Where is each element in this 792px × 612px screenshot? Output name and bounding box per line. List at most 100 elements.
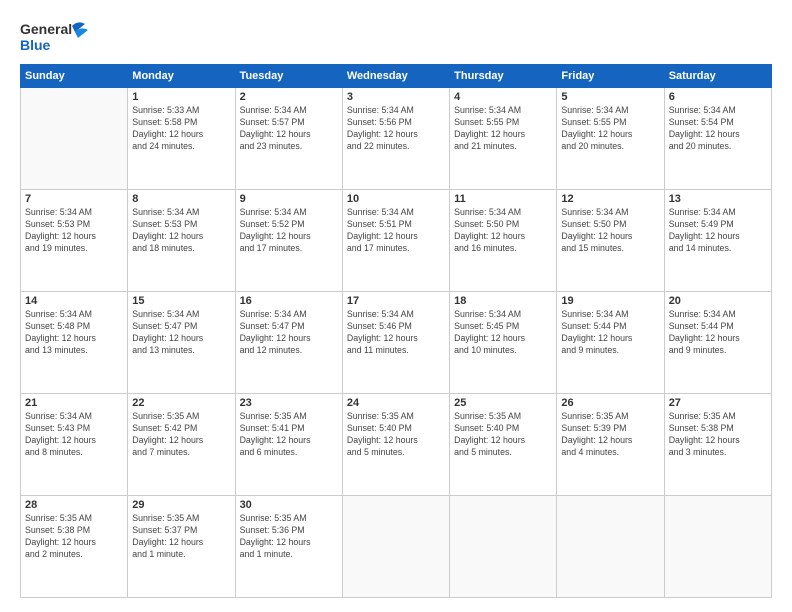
calendar-cell: 9 Sunrise: 5:34 AM Sunset: 5:52 PM Daylig… bbox=[235, 190, 342, 292]
calendar-cell bbox=[557, 496, 664, 598]
day-number: 8 bbox=[132, 193, 230, 205]
day-info: Sunrise: 5:35 AM Sunset: 5:39 PM Dayligh… bbox=[561, 411, 659, 459]
calendar-cell: 7 Sunrise: 5:34 AM Sunset: 5:53 PM Daylig… bbox=[21, 190, 128, 292]
calendar-header-row: SundayMondayTuesdayWednesdayThursdayFrid… bbox=[21, 65, 772, 88]
day-info: Sunrise: 5:34 AM Sunset: 5:53 PM Dayligh… bbox=[132, 207, 230, 255]
calendar-cell: 15Sunrise: 5:34 AM Sunset: 5:47 PM Dayli… bbox=[128, 292, 235, 394]
day-info: Sunrise: 5:35 AM Sunset: 5:38 PM Dayligh… bbox=[25, 513, 123, 561]
day-info: Sunrise: 5:35 AM Sunset: 5:36 PM Dayligh… bbox=[240, 513, 338, 561]
day-info: Sunrise: 5:34 AM Sunset: 5:48 PM Dayligh… bbox=[25, 309, 123, 357]
day-number: 7 bbox=[25, 193, 123, 205]
day-info: Sunrise: 5:34 AM Sunset: 5:55 PM Dayligh… bbox=[454, 105, 552, 153]
day-info: Sunrise: 5:34 AM Sunset: 5:50 PM Dayligh… bbox=[561, 207, 659, 255]
day-info: Sunrise: 5:35 AM Sunset: 5:37 PM Dayligh… bbox=[132, 513, 230, 561]
day-number: 21 bbox=[25, 397, 123, 409]
logo-svg: GeneralBlue bbox=[20, 18, 92, 56]
calendar-cell: 10 Sunrise: 5:34 AM Sunset: 5:51 PM Dayli… bbox=[342, 190, 449, 292]
day-info: Sunrise: 5:34 AM Sunset: 5:49 PM Dayligh… bbox=[669, 207, 767, 255]
weekday-header-saturday: Saturday bbox=[664, 65, 771, 88]
calendar-week-row: 21 Sunrise: 5:34 AM Sunset: 5:43 PM Dayli… bbox=[21, 394, 772, 496]
calendar-cell: 4Sunrise: 5:34 AM Sunset: 5:55 PM Daylig… bbox=[450, 88, 557, 190]
weekday-header-friday: Friday bbox=[557, 65, 664, 88]
day-number: 1 bbox=[132, 91, 230, 103]
calendar-week-row: 14 Sunrise: 5:34 AM Sunset: 5:48 PM Dayli… bbox=[21, 292, 772, 394]
day-number: 26 bbox=[561, 397, 659, 409]
weekday-header-wednesday: Wednesday bbox=[342, 65, 449, 88]
calendar-cell: 29 Sunrise: 5:35 AM Sunset: 5:37 PM Dayli… bbox=[128, 496, 235, 598]
day-number: 11 bbox=[454, 193, 552, 205]
day-info: Sunrise: 5:34 AM Sunset: 5:56 PM Dayligh… bbox=[347, 105, 445, 153]
day-number: 16 bbox=[240, 295, 338, 307]
day-number: 22 bbox=[132, 397, 230, 409]
day-info: Sunrise: 5:34 AM Sunset: 5:45 PM Dayligh… bbox=[454, 309, 552, 357]
calendar-cell: 24 Sunrise: 5:35 AM Sunset: 5:40 PM Dayli… bbox=[342, 394, 449, 496]
day-info: Sunrise: 5:35 AM Sunset: 5:41 PM Dayligh… bbox=[240, 411, 338, 459]
day-number: 3 bbox=[347, 91, 445, 103]
day-info: Sunrise: 5:35 AM Sunset: 5:38 PM Dayligh… bbox=[669, 411, 767, 459]
calendar-cell: 16 Sunrise: 5:34 AM Sunset: 5:47 PM Dayli… bbox=[235, 292, 342, 394]
day-number: 28 bbox=[25, 499, 123, 511]
day-info: Sunrise: 5:35 AM Sunset: 5:42 PM Dayligh… bbox=[132, 411, 230, 459]
calendar-cell: 28 Sunrise: 5:35 AM Sunset: 5:38 PM Dayli… bbox=[21, 496, 128, 598]
calendar-cell: 20 Sunrise: 5:34 AM Sunset: 5:44 PM Dayli… bbox=[664, 292, 771, 394]
day-number: 13 bbox=[669, 193, 767, 205]
calendar-cell: 18 Sunrise: 5:34 AM Sunset: 5:45 PM Dayli… bbox=[450, 292, 557, 394]
calendar-cell: 17 Sunrise: 5:34 AM Sunset: 5:46 PM Dayli… bbox=[342, 292, 449, 394]
calendar-cell: 21 Sunrise: 5:34 AM Sunset: 5:43 PM Dayli… bbox=[21, 394, 128, 496]
calendar-cell: 19 Sunrise: 5:34 AM Sunset: 5:44 PM Dayli… bbox=[557, 292, 664, 394]
day-number: 30 bbox=[240, 499, 338, 511]
day-number: 29 bbox=[132, 499, 230, 511]
calendar-cell: 6 Sunrise: 5:34 AM Sunset: 5:54 PM Daylig… bbox=[664, 88, 771, 190]
day-info: Sunrise: 5:34 AM Sunset: 5:55 PM Dayligh… bbox=[561, 105, 659, 153]
calendar-cell: 25Sunrise: 5:35 AM Sunset: 5:40 PM Dayli… bbox=[450, 394, 557, 496]
day-number: 10 bbox=[347, 193, 445, 205]
weekday-header-tuesday: Tuesday bbox=[235, 65, 342, 88]
day-info: Sunrise: 5:34 AM Sunset: 5:44 PM Dayligh… bbox=[669, 309, 767, 357]
day-info: Sunrise: 5:33 AM Sunset: 5:58 PM Dayligh… bbox=[132, 105, 230, 153]
day-info: Sunrise: 5:34 AM Sunset: 5:52 PM Dayligh… bbox=[240, 207, 338, 255]
day-number: 5 bbox=[561, 91, 659, 103]
day-number: 24 bbox=[347, 397, 445, 409]
calendar-cell: 22 Sunrise: 5:35 AM Sunset: 5:42 PM Dayli… bbox=[128, 394, 235, 496]
calendar-cell bbox=[450, 496, 557, 598]
calendar-cell: 11 Sunrise: 5:34 AM Sunset: 5:50 PM Dayli… bbox=[450, 190, 557, 292]
weekday-header-sunday: Sunday bbox=[21, 65, 128, 88]
header: GeneralBlue bbox=[20, 18, 772, 56]
day-info: Sunrise: 5:34 AM Sunset: 5:44 PM Dayligh… bbox=[561, 309, 659, 357]
calendar-cell: 3 Sunrise: 5:34 AM Sunset: 5:56 PM Daylig… bbox=[342, 88, 449, 190]
calendar-cell: 23 Sunrise: 5:35 AM Sunset: 5:41 PM Dayli… bbox=[235, 394, 342, 496]
calendar-cell: 5 Sunrise: 5:34 AM Sunset: 5:55 PM Daylig… bbox=[557, 88, 664, 190]
day-number: 14 bbox=[25, 295, 123, 307]
day-number: 18 bbox=[454, 295, 552, 307]
calendar-cell: 13 Sunrise: 5:34 AM Sunset: 5:49 PM Dayli… bbox=[664, 190, 771, 292]
day-info: Sunrise: 5:34 AM Sunset: 5:46 PM Dayligh… bbox=[347, 309, 445, 357]
day-info: Sunrise: 5:35 AM Sunset: 5:40 PM Dayligh… bbox=[347, 411, 445, 459]
calendar-cell bbox=[342, 496, 449, 598]
day-info: Sunrise: 5:34 AM Sunset: 5:47 PM Dayligh… bbox=[240, 309, 338, 357]
calendar-cell: 8 Sunrise: 5:34 AM Sunset: 5:53 PM Daylig… bbox=[128, 190, 235, 292]
calendar-cell: 30 Sunrise: 5:35 AM Sunset: 5:36 PM Dayli… bbox=[235, 496, 342, 598]
day-number: 23 bbox=[240, 397, 338, 409]
day-number: 19 bbox=[561, 295, 659, 307]
calendar-cell: 12Sunrise: 5:34 AM Sunset: 5:50 PM Dayli… bbox=[557, 190, 664, 292]
calendar-cell bbox=[21, 88, 128, 190]
day-info: Sunrise: 5:34 AM Sunset: 5:51 PM Dayligh… bbox=[347, 207, 445, 255]
day-number: 9 bbox=[240, 193, 338, 205]
day-number: 25 bbox=[454, 397, 552, 409]
page: GeneralBlue SundayMondayTuesdayWednesday… bbox=[0, 0, 792, 612]
day-info: Sunrise: 5:34 AM Sunset: 5:43 PM Dayligh… bbox=[25, 411, 123, 459]
calendar-week-row: 1 Sunrise: 5:33 AM Sunset: 5:58 PM Daylig… bbox=[21, 88, 772, 190]
calendar-cell: 14 Sunrise: 5:34 AM Sunset: 5:48 PM Dayli… bbox=[21, 292, 128, 394]
weekday-header-monday: Monday bbox=[128, 65, 235, 88]
day-number: 20 bbox=[669, 295, 767, 307]
calendar-cell: 2Sunrise: 5:34 AM Sunset: 5:57 PM Daylig… bbox=[235, 88, 342, 190]
day-info: Sunrise: 5:34 AM Sunset: 5:50 PM Dayligh… bbox=[454, 207, 552, 255]
day-number: 27 bbox=[669, 397, 767, 409]
day-info: Sunrise: 5:34 AM Sunset: 5:53 PM Dayligh… bbox=[25, 207, 123, 255]
svg-text:Blue: Blue bbox=[20, 37, 51, 53]
calendar-week-row: 28 Sunrise: 5:35 AM Sunset: 5:38 PM Dayli… bbox=[21, 496, 772, 598]
day-info: Sunrise: 5:34 AM Sunset: 5:54 PM Dayligh… bbox=[669, 105, 767, 153]
day-number: 17 bbox=[347, 295, 445, 307]
svg-text:General: General bbox=[20, 21, 72, 37]
day-number: 6 bbox=[669, 91, 767, 103]
